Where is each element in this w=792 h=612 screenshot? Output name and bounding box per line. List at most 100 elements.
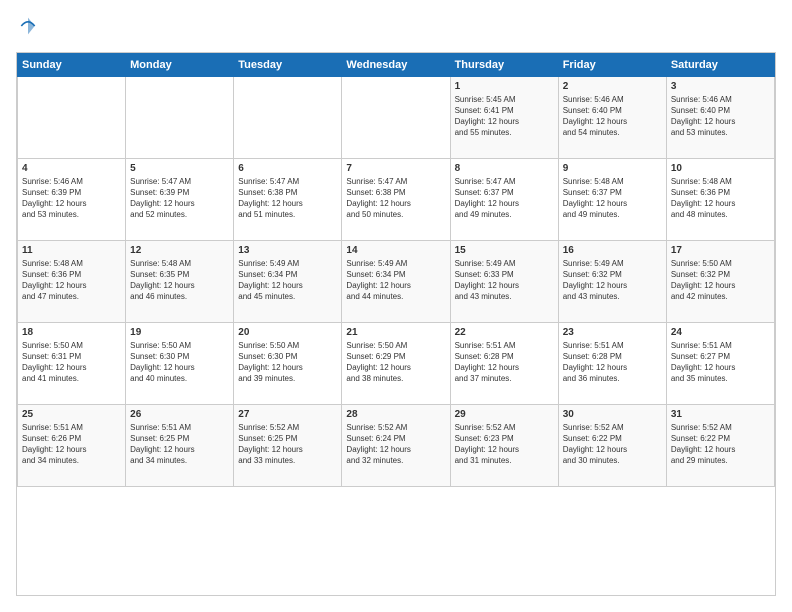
day-number: 27 [238, 409, 337, 420]
calendar-header-row: SundayMondayTuesdayWednesdayThursdayFrid… [18, 53, 775, 76]
day-number: 21 [346, 327, 445, 338]
calendar-cell: 11Sunrise: 5:48 AM Sunset: 6:36 PM Dayli… [18, 240, 126, 322]
calendar-cell: 15 Sunrise: 5:49 AM Sunset: 6:33 PM Dayli… [450, 240, 558, 322]
day-info: Sunrise: 5:47 AM Sunset: 6:39 PM Dayligh… [130, 176, 229, 221]
day-info: Sunrise: 5:45 AM Sunset: 6:41 PM Dayligh… [455, 94, 554, 139]
day-number: 9 [563, 163, 662, 174]
day-number: 6 [238, 163, 337, 174]
day-number: 23 [563, 327, 662, 338]
calendar-cell: 31 Sunrise: 5:52 AM Sunset: 6:22 PM Dayli… [666, 404, 774, 486]
day-number: 2 [563, 81, 662, 92]
day-number: 31 [671, 409, 770, 420]
day-info: Sunrise: 5:47 AM Sunset: 6:38 PM Dayligh… [346, 176, 445, 221]
day-number: 1 [455, 81, 554, 92]
calendar-cell: 16Sunrise: 5:49 AM Sunset: 6:32 PM Dayli… [558, 240, 666, 322]
day-number: 22 [455, 327, 554, 338]
day-number: 25 [22, 409, 121, 420]
day-number: 8 [455, 163, 554, 174]
calendar-cell: 12 Sunrise: 5:48 AM Sunset: 6:35 PM Dayli… [126, 240, 234, 322]
day-info: Sunrise: 5:47 AM Sunset: 6:38 PM Dayligh… [238, 176, 337, 221]
calendar-cell: 5Sunrise: 5:47 AM Sunset: 6:39 PM Daylig… [126, 158, 234, 240]
day-info: Sunrise: 5:49 AM Sunset: 6:33 PM Dayligh… [455, 258, 554, 303]
calendar-cell: 18Sunrise: 5:50 AM Sunset: 6:31 PM Dayli… [18, 322, 126, 404]
calendar-cell [234, 76, 342, 158]
day-info: Sunrise: 5:51 AM Sunset: 6:25 PM Dayligh… [130, 422, 229, 467]
calendar-cell: 1 Sunrise: 5:45 AM Sunset: 6:41 PM Daylig… [450, 76, 558, 158]
day-number: 20 [238, 327, 337, 338]
day-info: Sunrise: 5:49 AM Sunset: 6:34 PM Dayligh… [238, 258, 337, 303]
day-info: Sunrise: 5:46 AM Sunset: 6:40 PM Dayligh… [671, 94, 770, 139]
calendar-cell [126, 76, 234, 158]
calendar-cell: 4Sunrise: 5:46 AM Sunset: 6:39 PM Daylig… [18, 158, 126, 240]
day-number: 13 [238, 245, 337, 256]
day-info: Sunrise: 5:50 AM Sunset: 6:30 PM Dayligh… [238, 340, 337, 385]
calendar-cell: 8 Sunrise: 5:47 AM Sunset: 6:37 PM Daylig… [450, 158, 558, 240]
calendar-cell: 24 Sunrise: 5:51 AM Sunset: 6:27 PM Dayli… [666, 322, 774, 404]
day-info: Sunrise: 5:51 AM Sunset: 6:27 PM Dayligh… [671, 340, 770, 385]
weekday-header-sunday: Sunday [18, 53, 126, 76]
day-info: Sunrise: 5:52 AM Sunset: 6:25 PM Dayligh… [238, 422, 337, 467]
day-info: Sunrise: 5:51 AM Sunset: 6:28 PM Dayligh… [455, 340, 554, 385]
weekday-header-wednesday: Wednesday [342, 53, 450, 76]
day-number: 30 [563, 409, 662, 420]
day-number: 3 [671, 81, 770, 92]
day-info: Sunrise: 5:50 AM Sunset: 6:29 PM Dayligh… [346, 340, 445, 385]
day-number: 19 [130, 327, 229, 338]
header [16, 16, 776, 42]
day-info: Sunrise: 5:46 AM Sunset: 6:40 PM Dayligh… [563, 94, 662, 139]
calendar-week-5: 25 Sunrise: 5:51 AM Sunset: 6:26 PM Dayli… [18, 404, 775, 486]
weekday-header-friday: Friday [558, 53, 666, 76]
day-number: 24 [671, 327, 770, 338]
day-number: 18 [22, 327, 121, 338]
calendar-cell: 13 Sunrise: 5:49 AM Sunset: 6:34 PM Dayli… [234, 240, 342, 322]
day-info: Sunrise: 5:52 AM Sunset: 6:24 PM Dayligh… [346, 422, 445, 467]
day-info: Sunrise: 5:51 AM Sunset: 6:26 PM Dayligh… [22, 422, 121, 467]
calendar-cell: 17Sunrise: 5:50 AM Sunset: 6:32 PM Dayli… [666, 240, 774, 322]
calendar-week-2: 4Sunrise: 5:46 AM Sunset: 6:39 PM Daylig… [18, 158, 775, 240]
day-number: 12 [130, 245, 229, 256]
calendar-cell: 19Sunrise: 5:50 AM Sunset: 6:30 PM Dayli… [126, 322, 234, 404]
calendar-cell: 9 Sunrise: 5:48 AM Sunset: 6:37 PM Daylig… [558, 158, 666, 240]
day-number: 10 [671, 163, 770, 174]
day-number: 14 [346, 245, 445, 256]
calendar-cell: 7 Sunrise: 5:47 AM Sunset: 6:38 PM Daylig… [342, 158, 450, 240]
calendar-cell: 14 Sunrise: 5:49 AM Sunset: 6:34 PM Dayli… [342, 240, 450, 322]
calendar-cell: 30Sunrise: 5:52 AM Sunset: 6:22 PM Dayli… [558, 404, 666, 486]
day-number: 15 [455, 245, 554, 256]
calendar-cell: 29Sunrise: 5:52 AM Sunset: 6:23 PM Dayli… [450, 404, 558, 486]
day-number: 26 [130, 409, 229, 420]
day-number: 28 [346, 409, 445, 420]
weekday-header-tuesday: Tuesday [234, 53, 342, 76]
calendar-week-1: 1 Sunrise: 5:45 AM Sunset: 6:41 PM Daylig… [18, 76, 775, 158]
calendar-body: 1 Sunrise: 5:45 AM Sunset: 6:41 PM Daylig… [18, 76, 775, 486]
weekday-header-saturday: Saturday [666, 53, 774, 76]
day-info: Sunrise: 5:51 AM Sunset: 6:28 PM Dayligh… [563, 340, 662, 385]
calendar-cell: 26 Sunrise: 5:51 AM Sunset: 6:25 PM Dayli… [126, 404, 234, 486]
calendar-cell: 10 Sunrise: 5:48 AM Sunset: 6:36 PM Dayli… [666, 158, 774, 240]
day-info: Sunrise: 5:47 AM Sunset: 6:37 PM Dayligh… [455, 176, 554, 221]
page: SundayMondayTuesdayWednesdayThursdayFrid… [0, 0, 792, 612]
calendar-cell: 22 Sunrise: 5:51 AM Sunset: 6:28 PM Dayli… [450, 322, 558, 404]
weekday-header-monday: Monday [126, 53, 234, 76]
calendar-cell: 27 Sunrise: 5:52 AM Sunset: 6:25 PM Dayli… [234, 404, 342, 486]
calendar-cell: 28 Sunrise: 5:52 AM Sunset: 6:24 PM Dayli… [342, 404, 450, 486]
calendar-cell [18, 76, 126, 158]
day-info: Sunrise: 5:48 AM Sunset: 6:36 PM Dayligh… [22, 258, 121, 303]
calendar-cell: 21 Sunrise: 5:50 AM Sunset: 6:29 PM Dayli… [342, 322, 450, 404]
day-number: 7 [346, 163, 445, 174]
day-info: Sunrise: 5:52 AM Sunset: 6:22 PM Dayligh… [671, 422, 770, 467]
calendar-cell: 20 Sunrise: 5:50 AM Sunset: 6:30 PM Dayli… [234, 322, 342, 404]
calendar-cell: 6 Sunrise: 5:47 AM Sunset: 6:38 PM Daylig… [234, 158, 342, 240]
day-info: Sunrise: 5:48 AM Sunset: 6:37 PM Dayligh… [563, 176, 662, 221]
weekday-header-thursday: Thursday [450, 53, 558, 76]
day-info: Sunrise: 5:49 AM Sunset: 6:34 PM Dayligh… [346, 258, 445, 303]
calendar-week-3: 11Sunrise: 5:48 AM Sunset: 6:36 PM Dayli… [18, 240, 775, 322]
day-info: Sunrise: 5:48 AM Sunset: 6:35 PM Dayligh… [130, 258, 229, 303]
day-info: Sunrise: 5:48 AM Sunset: 6:36 PM Dayligh… [671, 176, 770, 221]
calendar: SundayMondayTuesdayWednesdayThursdayFrid… [16, 52, 776, 596]
logo [16, 16, 38, 42]
day-number: 4 [22, 163, 121, 174]
calendar-cell: 3 Sunrise: 5:46 AM Sunset: 6:40 PM Daylig… [666, 76, 774, 158]
calendar-cell: 2 Sunrise: 5:46 AM Sunset: 6:40 PM Daylig… [558, 76, 666, 158]
calendar-cell [342, 76, 450, 158]
